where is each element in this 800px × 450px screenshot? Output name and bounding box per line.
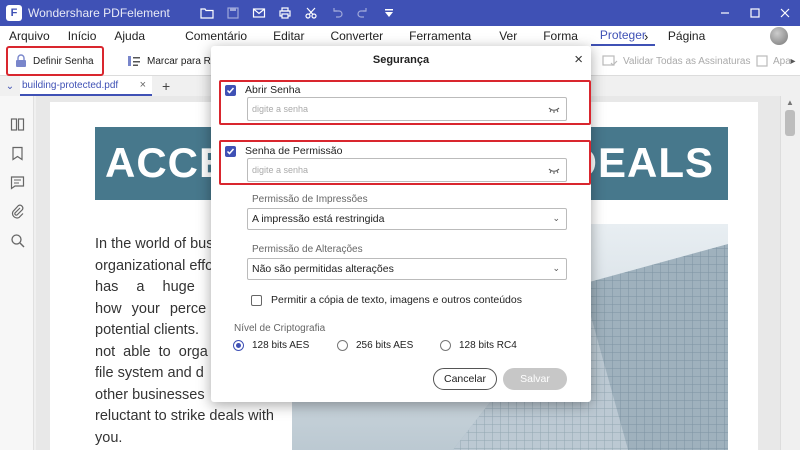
menu-ver[interactable]: Ver bbox=[490, 26, 526, 46]
menu-ajuda[interactable]: Ajuda bbox=[105, 26, 154, 46]
define-password-label: Definir Senha bbox=[33, 55, 94, 67]
thumbnails-icon[interactable] bbox=[0, 110, 34, 139]
tab-list-chevron-icon[interactable]: ⌄ bbox=[0, 81, 20, 92]
add-tab-icon[interactable]: + bbox=[162, 78, 170, 94]
open-password-input[interactable]: digite a senha bbox=[247, 97, 567, 121]
title-bar: F Wondershare PDFelement bbox=[0, 0, 800, 26]
permission-password-checkbox[interactable] bbox=[225, 145, 236, 157]
mark-for-redaction-button[interactable]: Marcar para Re bbox=[122, 47, 220, 75]
radio-button[interactable] bbox=[440, 340, 451, 351]
validate-signature-icon bbox=[602, 55, 618, 66]
define-password-button[interactable]: Definir Senha bbox=[6, 46, 104, 76]
attachment-icon[interactable] bbox=[0, 197, 34, 226]
menu-ferramenta[interactable]: Ferramenta bbox=[400, 26, 480, 46]
scissors-icon[interactable] bbox=[298, 0, 324, 26]
change-permission-label: Permissão de Alterações bbox=[252, 244, 363, 255]
menu-editar[interactable]: Editar bbox=[264, 26, 313, 46]
mail-icon[interactable] bbox=[246, 0, 272, 26]
print-permission-value: A impressão está restringida bbox=[252, 213, 385, 225]
save-button[interactable]: Salvar bbox=[503, 368, 567, 390]
change-permission-select[interactable]: Não são permitidas alterações ⌄ bbox=[247, 258, 567, 280]
app-title: Wondershare PDFelement bbox=[28, 6, 170, 20]
paragraph-line: you. bbox=[95, 429, 123, 446]
print-permission-select[interactable]: A impressão está restringida ⌄ bbox=[247, 208, 567, 230]
print-icon[interactable] bbox=[272, 0, 298, 26]
search-icon[interactable] bbox=[0, 226, 34, 255]
left-sidebar: ▸ bbox=[0, 96, 41, 450]
menu-arquivo[interactable]: Arquivo bbox=[0, 26, 59, 46]
scroll-up-icon[interactable]: ▲ bbox=[786, 98, 794, 107]
encryption-level-label: Nível de Criptografia bbox=[234, 323, 326, 334]
chevron-down-icon: ⌄ bbox=[552, 213, 560, 223]
dropdown-icon[interactable] bbox=[376, 0, 402, 26]
hidden-eye-icon[interactable] bbox=[548, 165, 560, 175]
allow-copy-row[interactable]: Permitir a cópia de texto, imagens e out… bbox=[251, 294, 522, 306]
open-password-checkbox-row[interactable]: Abrir Senha bbox=[225, 84, 300, 96]
bookmark-icon[interactable] bbox=[0, 139, 34, 168]
radio-label: 128 bits AES bbox=[252, 340, 310, 351]
radio-button[interactable] bbox=[337, 340, 348, 351]
radio-label: 128 bits RC4 bbox=[459, 340, 517, 351]
radio-128-rc4[interactable]: 128 bits RC4 bbox=[440, 340, 517, 351]
redact-icon bbox=[128, 56, 140, 66]
radio-button[interactable] bbox=[233, 340, 244, 351]
save-icon[interactable] bbox=[220, 0, 246, 26]
redo-icon[interactable] bbox=[350, 0, 376, 26]
menu-comentario[interactable]: Comentário bbox=[176, 26, 256, 46]
print-permission-label: Permissão de Impressões bbox=[252, 194, 368, 205]
dialog-close-icon[interactable]: × bbox=[574, 51, 583, 68]
mark-for-label: Marcar para Re bbox=[147, 55, 217, 67]
radio-256-aes[interactable]: 256 bits AES bbox=[337, 340, 413, 351]
open-password-label: Abrir Senha bbox=[245, 84, 301, 96]
ribbon-scroll-right-icon[interactable]: ▸ bbox=[786, 46, 800, 76]
tab-building-protected[interactable]: building-protected.pdf × bbox=[20, 76, 152, 96]
permission-password-checkbox-row[interactable]: Senha de Permissão bbox=[225, 145, 342, 157]
avatar[interactable] bbox=[770, 27, 788, 45]
menu-more-chevron-icon[interactable]: › bbox=[644, 26, 648, 46]
open-password-placeholder: digite a senha bbox=[252, 104, 309, 114]
menu-forma[interactable]: Forma bbox=[534, 26, 587, 46]
hidden-eye-icon[interactable] bbox=[548, 104, 560, 114]
security-dialog: Segurança × Abrir Senha digite a senha S… bbox=[211, 46, 591, 402]
undo-icon[interactable] bbox=[324, 0, 350, 26]
validate-all-label: Validar Todas as Assinaturas bbox=[623, 55, 751, 67]
app-logo: F bbox=[6, 5, 22, 21]
validate-all-signatures-button[interactable]: Validar Todas as Assinaturas bbox=[598, 47, 754, 75]
lock-icon bbox=[16, 54, 26, 67]
paragraph-line: reluctant to strike deals with bbox=[95, 408, 274, 424]
tab-close-icon[interactable]: × bbox=[140, 79, 146, 91]
radio-128-aes[interactable]: 128 bits AES bbox=[233, 340, 309, 351]
change-permission-value: Não são permitidas alterações bbox=[252, 263, 394, 275]
menu-pagina[interactable]: Página bbox=[659, 26, 714, 46]
folder-icon[interactable] bbox=[194, 0, 220, 26]
maximize-icon[interactable] bbox=[740, 0, 770, 26]
menu-bar: Arquivo Início Ajuda Comentário Editar C… bbox=[0, 26, 800, 46]
quick-access-toolbar bbox=[194, 0, 402, 26]
cancel-button[interactable]: Cancelar bbox=[433, 368, 497, 390]
minimize-icon[interactable] bbox=[710, 0, 740, 26]
chevron-down-icon: ⌄ bbox=[552, 263, 560, 273]
window-controls bbox=[710, 0, 800, 26]
permission-password-input[interactable]: digite a senha bbox=[247, 158, 567, 182]
open-password-checkbox[interactable] bbox=[225, 84, 236, 96]
menu-converter[interactable]: Converter bbox=[321, 26, 392, 46]
permission-password-label: Senha de Permissão bbox=[245, 145, 343, 157]
tab-label: building-protected.pdf bbox=[22, 79, 119, 91]
menu-inicio[interactable]: Início bbox=[59, 26, 106, 46]
vertical-scrollbar[interactable]: ▲ bbox=[780, 96, 800, 450]
radio-label: 256 bits AES bbox=[356, 340, 414, 351]
allow-copy-checkbox[interactable] bbox=[251, 294, 262, 306]
comment-icon[interactable] bbox=[0, 168, 34, 197]
permission-password-placeholder: digite a senha bbox=[252, 165, 309, 175]
scrollbar-thumb[interactable] bbox=[785, 110, 795, 136]
close-icon[interactable] bbox=[770, 0, 800, 26]
clear-signature-icon bbox=[756, 55, 768, 67]
allow-copy-label: Permitir a cópia de texto, imagens e out… bbox=[271, 294, 522, 306]
dialog-title: Segurança bbox=[372, 54, 430, 66]
